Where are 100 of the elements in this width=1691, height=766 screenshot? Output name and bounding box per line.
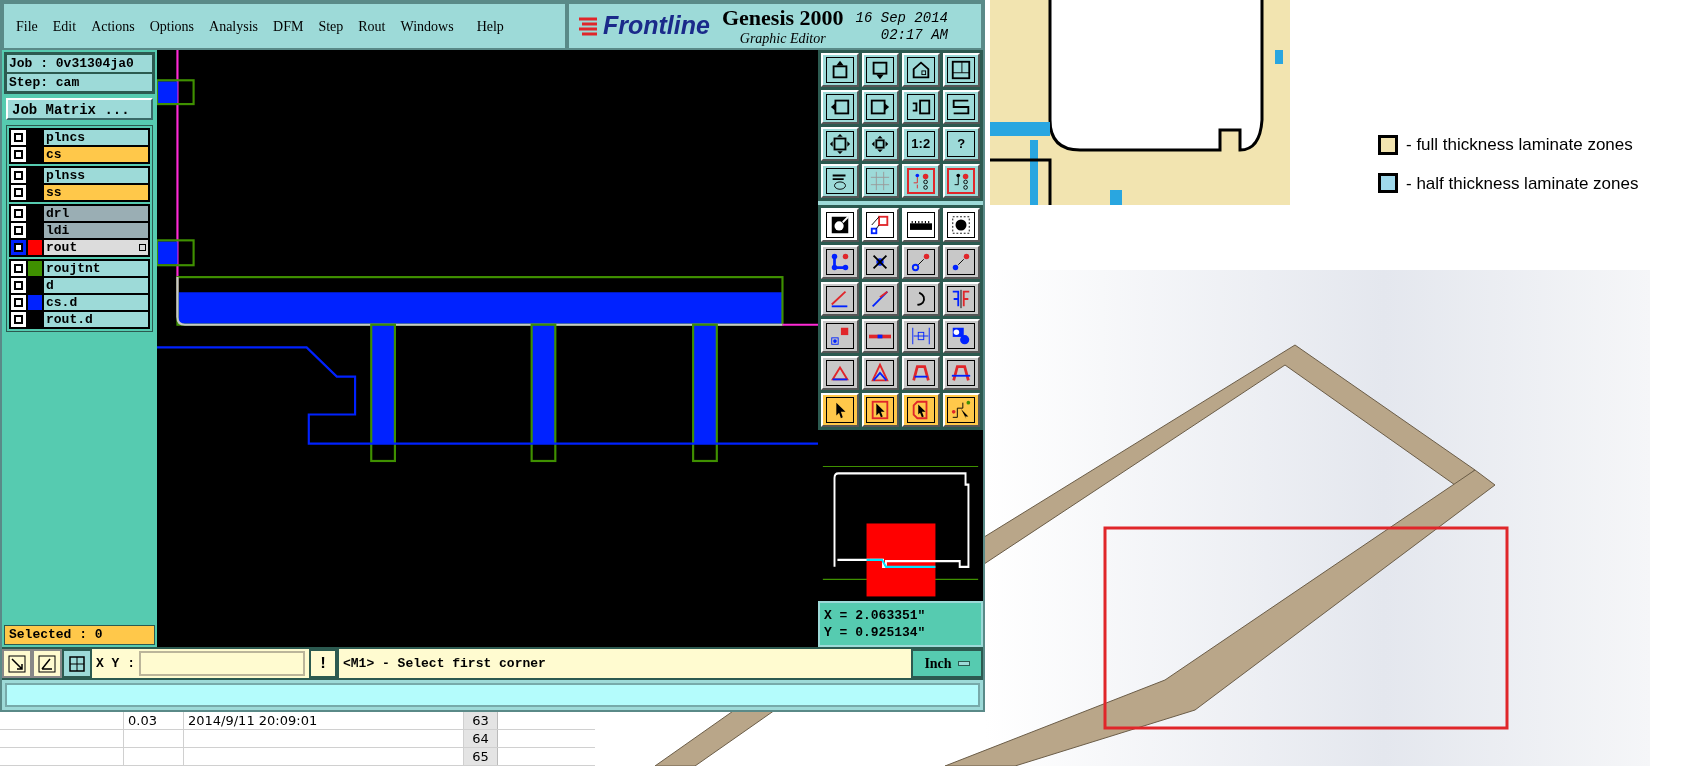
toolbar-button[interactable] xyxy=(861,356,899,390)
layer-checkbox[interactable] xyxy=(11,223,26,238)
layer-name[interactable]: roujtnt xyxy=(44,261,148,276)
layer-name[interactable]: cs.d xyxy=(44,295,148,310)
toolbar-button[interactable] xyxy=(861,127,899,161)
xy-label: X Y : xyxy=(95,654,136,673)
toolbar-button[interactable] xyxy=(861,282,899,316)
grid-snap-button[interactable] xyxy=(62,649,92,678)
toolbar-button[interactable] xyxy=(902,282,940,316)
layer-checkbox[interactable] xyxy=(11,295,26,310)
step-label: Step: cam xyxy=(6,73,153,92)
toolbar-button[interactable] xyxy=(902,53,940,87)
legend-label: - full thickness laminate zones xyxy=(1406,134,1633,156)
toolbar-button[interactable] xyxy=(902,90,940,124)
tool-button[interactable]: 1:2 xyxy=(902,127,940,161)
speed-lines-icon xyxy=(577,15,599,37)
toolbar-button[interactable] xyxy=(821,127,859,161)
toolbar-button[interactable] xyxy=(942,356,980,390)
layer-name[interactable]: ss xyxy=(44,185,148,200)
product-title: Genesis 2000 xyxy=(721,6,844,29)
menu-item[interactable]: Windows xyxy=(400,15,454,37)
toolbar-button[interactable] xyxy=(861,245,899,279)
toolbar-button[interactable] xyxy=(861,393,899,427)
toolbar-button[interactable] xyxy=(902,164,940,198)
layer-checkbox[interactable] xyxy=(11,206,26,221)
units-dropdown[interactable]: Inch xyxy=(911,649,983,678)
pointer-path-icon xyxy=(950,399,973,421)
zoom-box-button[interactable] xyxy=(2,649,32,678)
toolbar-button[interactable] xyxy=(942,245,980,279)
toolbar-button[interactable] xyxy=(861,164,899,198)
toolbar-button[interactable] xyxy=(821,393,859,427)
layer-checkbox[interactable] xyxy=(11,278,26,293)
angle-icon xyxy=(38,654,56,673)
selected-count-label: Selected : 0 xyxy=(4,625,155,645)
toolbar-button[interactable] xyxy=(861,208,899,242)
tool-button[interactable]: ? xyxy=(942,127,980,161)
job-label: Job : 0v31304ja0 xyxy=(6,54,153,73)
brand-logo: Frontline xyxy=(603,10,710,42)
toolbar-button[interactable] xyxy=(821,90,859,124)
dots-squares-icon xyxy=(828,325,851,347)
menu-item[interactable]: Help xyxy=(476,15,504,37)
toolbar-button[interactable] xyxy=(861,53,899,87)
toolbar-button[interactable] xyxy=(821,319,859,353)
dropdown-indicator-icon xyxy=(957,661,970,666)
menu-item[interactable]: Step xyxy=(318,15,344,37)
menu-item[interactable]: File xyxy=(16,15,38,37)
menu-item[interactable]: Rout xyxy=(358,15,386,37)
layer-name[interactable]: plncs xyxy=(44,130,148,145)
layer-name[interactable]: rout xyxy=(44,240,148,255)
menu-item[interactable]: Actions xyxy=(91,15,135,37)
layer-name[interactable]: ldi xyxy=(44,223,148,238)
row-number: 65 xyxy=(464,748,498,765)
toolbar-button[interactable] xyxy=(902,319,940,353)
alert-button[interactable]: ! xyxy=(309,649,337,678)
toolbar-button[interactable] xyxy=(902,356,940,390)
toolbar-button[interactable] xyxy=(942,53,980,87)
toolbar-button[interactable] xyxy=(861,90,899,124)
toolbar-button[interactable] xyxy=(861,319,899,353)
layer-name[interactable]: cs xyxy=(44,147,148,162)
menu-item[interactable]: Analysis xyxy=(209,15,259,37)
menu-item[interactable]: Edit xyxy=(52,15,77,37)
toolbar-button[interactable] xyxy=(942,164,980,198)
toolbar-button[interactable] xyxy=(942,319,980,353)
layer-checkbox[interactable] xyxy=(11,168,26,183)
job-matrix-button[interactable]: Job Matrix ... xyxy=(6,98,153,120)
toolbar-button[interactable] xyxy=(821,53,859,87)
toolbar-button[interactable] xyxy=(942,208,980,242)
menu-item[interactable]: Options xyxy=(149,15,195,37)
x-coordinate: X = 2.063351" xyxy=(824,607,927,624)
dimension-icon xyxy=(909,325,932,347)
line-icon xyxy=(869,333,892,339)
layer-name[interactable]: plnss xyxy=(44,168,148,183)
toolbar-button[interactable] xyxy=(821,164,859,198)
grid-icon xyxy=(68,654,86,673)
triangle-icon xyxy=(950,362,973,384)
toolbar-button[interactable] xyxy=(821,282,859,316)
toolbar-button[interactable] xyxy=(821,356,859,390)
expand-box-icon xyxy=(828,133,851,155)
layer-name[interactable]: drl xyxy=(44,206,148,221)
diagonal-arrow-icon xyxy=(8,654,26,673)
layer-checkbox[interactable] xyxy=(11,312,26,327)
layer-checkbox[interactable] xyxy=(11,185,26,200)
layer-name[interactable]: d xyxy=(44,278,148,293)
layer-checkbox[interactable] xyxy=(11,130,26,145)
xy-input-field[interactable] xyxy=(139,651,305,676)
menu-item[interactable]: DFM xyxy=(273,15,304,37)
toolbar-button[interactable] xyxy=(942,393,980,427)
toolbar-button[interactable] xyxy=(902,393,940,427)
layer-name[interactable]: rout.d xyxy=(44,312,148,327)
toolbar-button[interactable] xyxy=(942,90,980,124)
toolbar-button[interactable] xyxy=(942,282,980,316)
layer-checkbox[interactable] xyxy=(11,240,26,255)
toolbar-button[interactable] xyxy=(821,208,859,242)
toolbar-button[interactable] xyxy=(902,208,940,242)
toolbar-button[interactable] xyxy=(902,245,940,279)
angle-snap-button[interactable] xyxy=(32,649,62,678)
y-coordinate: Y = 0.925134" xyxy=(824,624,927,641)
layer-checkbox[interactable] xyxy=(11,261,26,276)
toolbar-button[interactable] xyxy=(821,245,859,279)
layer-checkbox[interactable] xyxy=(11,147,26,162)
